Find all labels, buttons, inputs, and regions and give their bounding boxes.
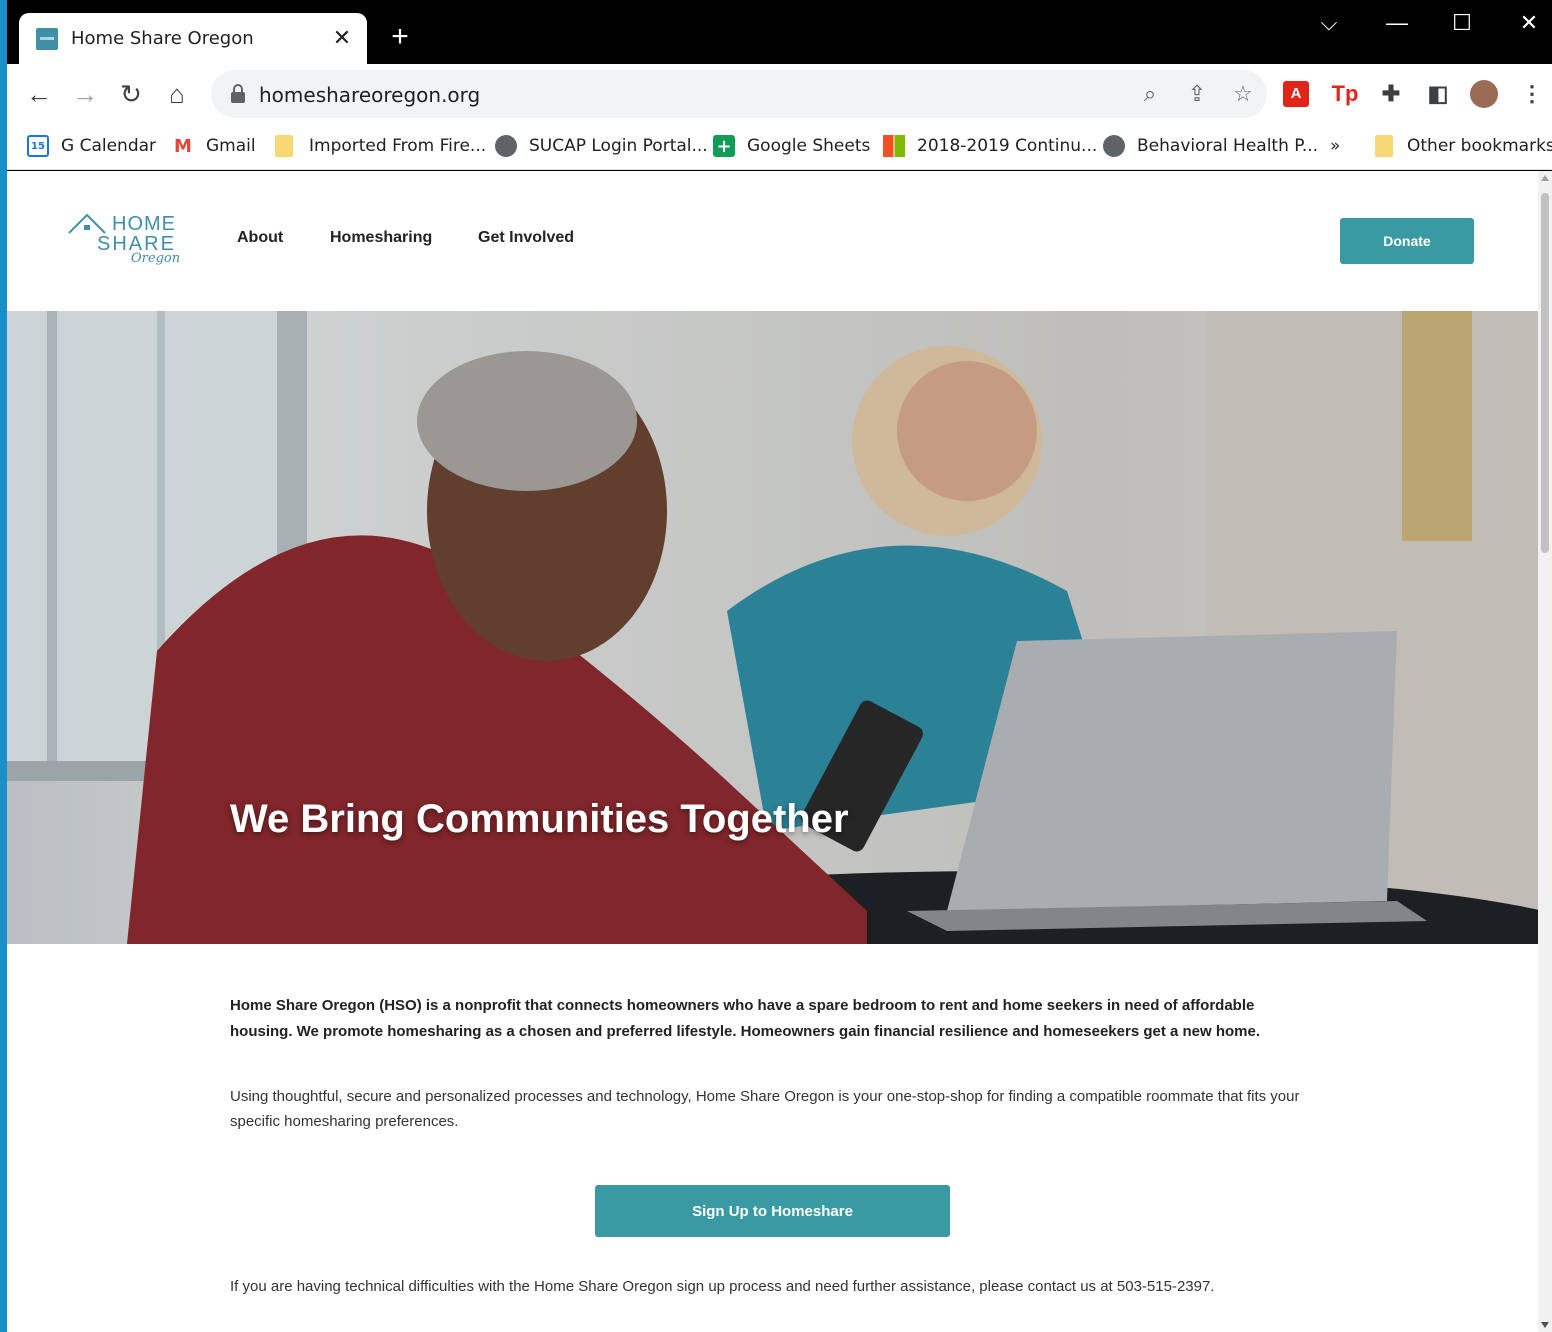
reload-icon[interactable]: ↻ [113,76,149,112]
page-scrollbar[interactable] [1538,171,1552,1332]
profile-avatar[interactable] [1470,80,1498,108]
tab-title: Home Share Oregon [71,28,254,49]
bookmark-label: Gmail [206,136,256,156]
sheets-icon: + [713,135,735,157]
tab-close-icon[interactable]: ✕ [329,25,355,51]
donate-button[interactable]: Donate [1340,218,1474,264]
extensions-puzzle-icon[interactable]: ✚ [1376,79,1406,109]
acrobat-extension-icon[interactable]: A [1283,81,1309,107]
bookmark-label: Imported From Fire... [309,136,487,156]
tab-strip: Home Share Oregon ✕ + ⌵ — ☐ ✕ [7,0,1552,64]
bookmark-behavioral-health[interactable]: Behavioral Health P... [1103,134,1318,158]
back-arrow-icon[interactable]: ← [21,76,57,112]
gmail-icon: M [174,135,192,157]
hero-photo [7,311,1538,944]
bookmark-label: 2018-2019 Continu... [917,136,1098,156]
site-header: HOME SHARE Oregon About Homesharing Get … [7,171,1538,311]
browser-toolbar: ← → ↻ ⌂ homeshareoregon.org ⌕ ⇪ ☆ A Tp ✚… [7,64,1552,124]
intro-paragraph: Home Share Oregon (HSO) is a nonprofit t… [230,997,1261,1040]
url-text[interactable]: homeshareoregon.org [259,83,480,107]
tab-search-icon[interactable]: ⌵ [1309,8,1349,38]
tp-extension-icon[interactable]: Tp [1330,79,1360,109]
bookmark-2018-2019-continuum[interactable]: 2018-2019 Continu... [883,134,1097,158]
bookmark-gmail[interactable]: M Gmail [172,134,256,158]
tab-home-share-oregon[interactable]: Home Share Oregon ✕ [19,13,367,64]
bookmark-g-calendar[interactable]: 15 G Calendar [27,134,156,158]
nav-about[interactable]: About [237,229,283,247]
home-share-oregon-logo[interactable]: HOME SHARE Oregon [67,209,187,271]
menu-kebab-icon[interactable]: ⋮ [1517,79,1547,109]
nav-get-involved[interactable]: Get Involved [478,229,574,247]
bookmark-label: Google Sheets [747,136,871,156]
new-tab-button[interactable]: + [385,22,415,52]
folder-icon [1375,135,1393,157]
bookmark-star-icon[interactable]: ☆ [1229,80,1257,108]
scroll-down-arrow-icon[interactable] [1541,1322,1549,1328]
hero-title: We Bring Communities Together [230,797,849,841]
minimize-button[interactable]: — [1377,8,1417,38]
home-icon[interactable]: ⌂ [159,76,195,112]
zoom-icon[interactable]: ⌕ [1136,80,1164,108]
bookmark-label: Behavioral Health P... [1137,136,1319,156]
close-window-button[interactable]: ✕ [1509,8,1549,38]
microsoft-icon [883,135,905,157]
bookmark-label: SUCAP Login Portal... [529,136,708,156]
address-bar[interactable]: homeshareoregon.org ⌕ ⇪ ☆ [211,70,1267,118]
forward-arrow-icon[interactable]: → [67,76,103,112]
help-contact-text: If you are having technical difficulties… [230,1278,1215,1295]
bookmark-other-bookmarks[interactable]: Other bookmarks [1375,134,1552,158]
scrollbar-thumb[interactable] [1541,193,1549,553]
browser-window: Home Share Oregon ✕ + ⌵ — ☐ ✕ ← → ↻ ⌂ ho… [7,0,1552,1332]
maximize-button[interactable]: ☐ [1442,8,1482,38]
globe-icon [1103,135,1125,157]
folder-icon [275,135,293,157]
share-icon[interactable]: ⇪ [1183,80,1211,108]
bookmark-label: » [1330,136,1341,156]
bookmarks-bar: 15 G Calendar M Gmail Imported From Fire… [7,124,1552,170]
web-page: HOME SHARE Oregon About Homesharing Get … [7,171,1538,1332]
hero-banner: We Bring Communities Together [7,311,1538,944]
side-panel-icon[interactable]: ◧ [1423,79,1453,109]
body-paragraph: Using thoughtful, secure and personalize… [230,1088,1300,1130]
site-favicon-icon [36,27,58,50]
nav-homesharing[interactable]: Homesharing [330,229,432,247]
scroll-up-arrow-icon[interactable] [1541,175,1549,181]
bookmark-imported-from-firefox[interactable]: Imported From Fire... [275,134,486,158]
lock-icon[interactable] [231,84,245,103]
logo-line-oregon: Oregon [131,251,181,266]
bookmark-label: Other bookmarks [1407,136,1552,156]
bookmark-label: G Calendar [61,136,157,156]
sign-up-button[interactable]: Sign Up to Homeshare [595,1185,950,1237]
bookmark-sucap-login-portal[interactable]: SUCAP Login Portal... [495,134,708,158]
globe-icon [495,135,517,157]
calendar-icon: 15 [27,135,49,157]
bookmark-google-sheets[interactable]: + Google Sheets [713,134,870,158]
more-bookmarks-chevron-icon[interactable]: » [1330,134,1340,158]
